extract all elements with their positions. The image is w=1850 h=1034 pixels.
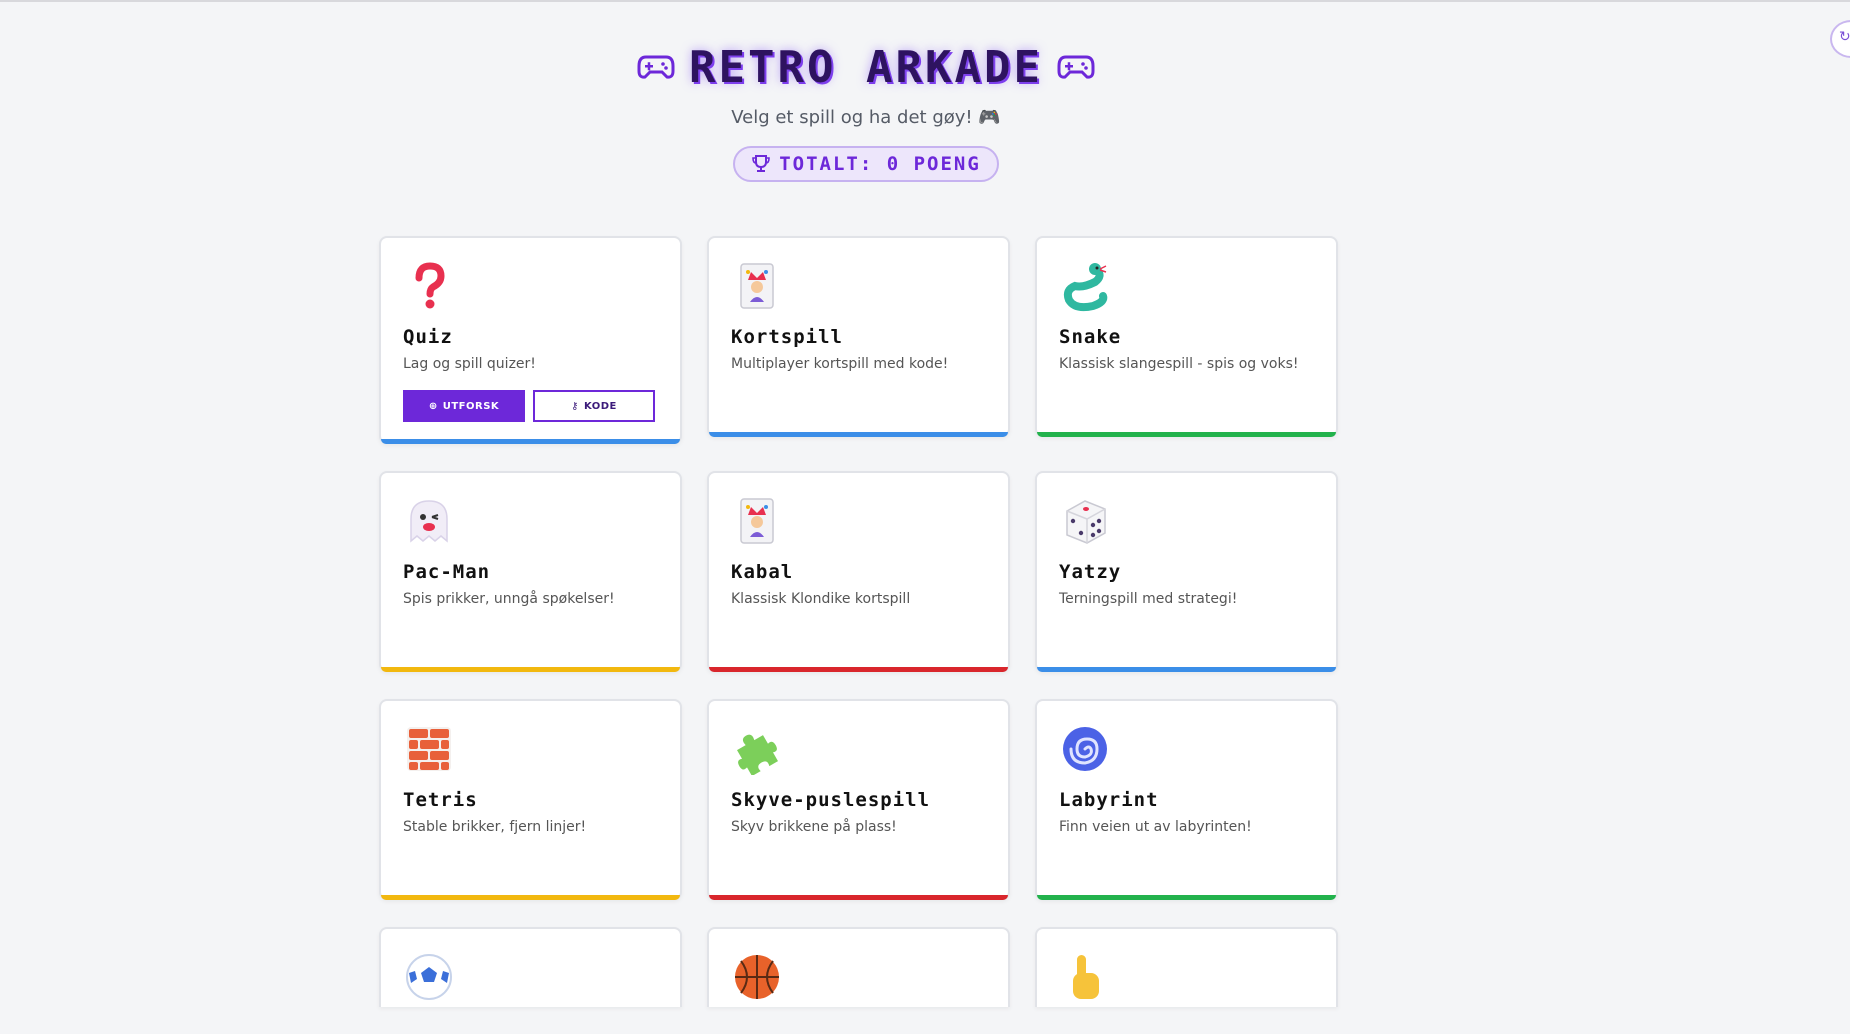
game-title: Kabal [731,561,794,583]
dice-icon [1066,500,1106,544]
subtitle: Velg et spill og ha det gøy! 🎮 [731,107,1001,128]
quiz-actions: ⊕ UTFORSK ⚷ KODE [403,390,655,422]
game-card-quiz[interactable]: Quiz Lag og spill quizer! ⊕ UTFORSK ⚷ KO… [379,236,682,444]
brick-wall-icon [407,727,451,771]
game-description: Terningspill med strategi! [1059,591,1238,607]
card-accent-bar [709,667,1008,672]
game-card-yatzy[interactable]: Yatzy Terningspill med strategi! [1035,471,1338,672]
game-title: Snake [1059,326,1122,348]
code-button[interactable]: ⚷ KODE [533,390,655,422]
globe-icon: ⊕ [428,400,438,412]
game-title: Quiz [403,326,453,348]
game-description: Spis prikker, unngå spøkelser! [403,591,615,607]
game-title: Tetris [403,789,478,811]
settings-button[interactable]: ↻ [1830,20,1850,58]
explore-button[interactable]: ⊕ UTFORSK [403,390,525,422]
card-accent-bar [1037,432,1336,437]
card-accent-bar [1037,667,1336,672]
card-accent-bar [709,895,1008,900]
game-card-pac-man[interactable]: Pac-Man Spis prikker, unngå spøkelser! [379,471,682,672]
trophy-icon [752,155,771,172]
game-card-snake[interactable]: Snake Klassisk slangespill - spis og vok… [1035,236,1338,437]
game-description: Klassisk slangespill - spis og voks! [1059,356,1299,372]
game-card-kortspill[interactable]: Kortspill Multiplayer kortspill med kode… [707,236,1010,437]
gamepad-icon [637,55,675,79]
joker-card-icon [740,498,774,544]
snake-icon [1063,263,1108,312]
title-row: RETRO ARKADE [0,38,1732,96]
game-title: Labyrint [1059,789,1159,811]
game-description: Stable brikker, fjern linjer! [403,819,587,835]
key-icon: ⚷ [571,400,579,412]
card-accent-bar [381,667,680,672]
game-title: Pac-Man [403,561,491,583]
game-description: Lag og spill quizer! [403,356,536,372]
game-card[interactable] [1035,927,1338,1007]
game-description: Finn veien ut av labyrinten! [1059,819,1252,835]
game-card-labyrint[interactable]: Labyrint Finn veien ut av labyrinten! [1035,699,1338,900]
card-accent-bar [381,439,680,444]
explore-button-label: UTFORSK [442,400,500,412]
game-title: Skyve-puslespill [731,789,931,811]
spiral-icon [1063,727,1107,771]
soccer-ball-icon [406,954,452,1000]
basketball-icon [735,955,779,999]
card-accent-bar [709,432,1008,437]
game-description: Multiplayer kortspill med kode! [731,356,949,372]
game-card-kabal[interactable]: Kabal Klassisk Klondike kortspill [707,471,1010,672]
ghost-icon [410,500,448,543]
pointing-hand-icon [1073,955,1099,999]
game-card[interactable] [379,927,682,1007]
gamepad-icon [1057,55,1095,79]
refresh-icon: ↻ [1839,29,1850,45]
top-border [0,0,1850,2]
game-description: Klassisk Klondike kortspill [731,591,911,607]
page-title: RETRO ARKADE [689,41,1043,93]
game-card-skyve-puslespill[interactable]: Skyve-puslespill Skyv brikkene på plass! [707,699,1010,900]
total-score-label: TOTALT: 0 POENG [779,153,981,175]
puzzle-piece-icon [737,734,778,775]
game-card-tetris[interactable]: Tetris Stable brikker, fjern linjer! [379,699,682,900]
game-card[interactable] [707,927,1010,1007]
joker-card-icon [740,263,774,309]
game-title: Yatzy [1059,561,1122,583]
game-grid: Quiz Lag og spill quizer! ⊕ UTFORSK ⚷ KO… [379,236,1339,1034]
page-header: RETRO ARKADE Velg et spill og ha det gøy… [0,38,1732,182]
game-description: Skyv brikkene på plass! [731,819,897,835]
question-mark-icon [415,262,445,309]
card-accent-bar [381,895,680,900]
card-accent-bar [1037,895,1336,900]
code-button-label: KODE [583,400,617,412]
game-title: Kortspill [731,326,843,348]
total-score-badge: TOTALT: 0 POENG [733,146,999,182]
